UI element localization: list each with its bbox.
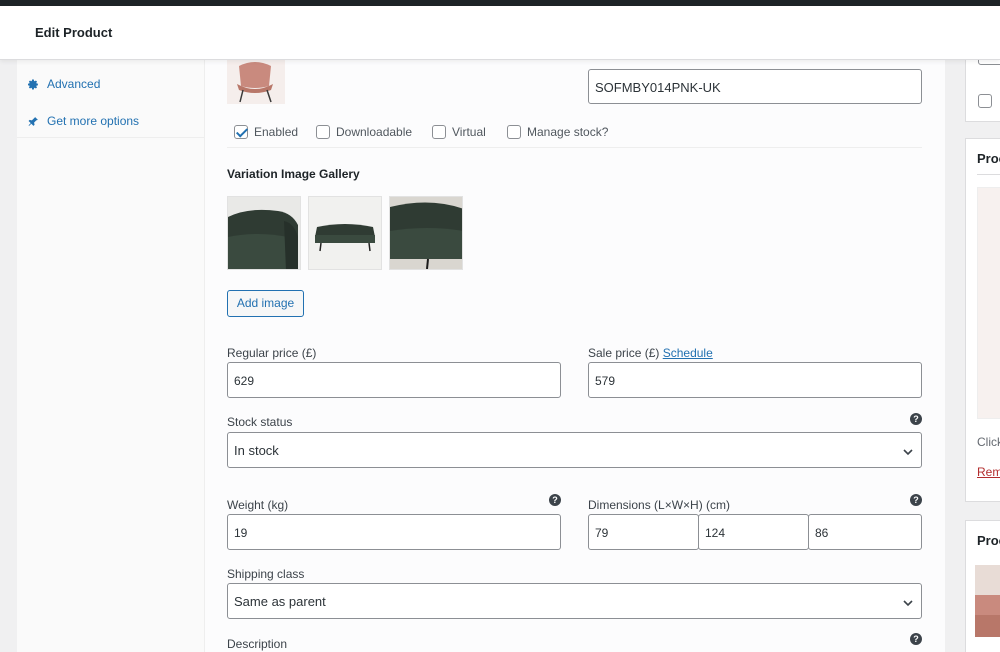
variation-options-row: Enabled Downloadable Virtual Manage stoc…: [227, 116, 922, 148]
tab-get-more-options[interactable]: Get more options: [27, 114, 139, 128]
remove-image-link[interactable]: Rem: [977, 465, 1000, 479]
downloadable-checkbox-box[interactable]: [316, 125, 330, 139]
product-image-heading: Proc: [977, 151, 1000, 166]
shipping-class-value: Same as parent: [234, 594, 326, 609]
gallery-thumb-fragment[interactable]: [975, 565, 1000, 637]
sku-input[interactable]: SOFMBY014PNK-UK: [588, 69, 922, 104]
shipping-class-label: Shipping class: [227, 567, 305, 581]
downloadable-checkbox[interactable]: Downloadable: [316, 125, 412, 139]
description-label: Description: [227, 637, 288, 651]
gallery-image-2[interactable]: [308, 196, 382, 270]
virtual-checkbox[interactable]: Virtual: [432, 125, 486, 139]
box-divider: [977, 174, 1000, 175]
chevron-down-icon: [903, 596, 913, 607]
regular-price-label: Regular price (£): [227, 346, 317, 360]
sale-price-input[interactable]: 579: [588, 362, 922, 398]
tabs-divider: [17, 137, 204, 138]
enabled-label: Enabled: [254, 125, 299, 139]
shipping-class-select[interactable]: Same as parent: [227, 583, 922, 619]
stock-status-label: Stock status: [227, 415, 293, 429]
stock-status-value: In stock: [234, 443, 279, 458]
virtual-label: Virtual: [452, 125, 486, 139]
chevron-down-icon: [903, 445, 913, 456]
height-input[interactable]: 86: [808, 514, 922, 550]
gallery-heading: Variation Image Gallery: [227, 167, 360, 181]
weight-label: Weight (kg): [227, 498, 289, 512]
editor-header: Edit Product: [0, 6, 1000, 60]
product-gallery-heading: Proc: [977, 533, 1000, 548]
gear-icon: [27, 78, 39, 90]
regular-price-input[interactable]: 629: [227, 362, 561, 398]
publish-box-fragment: [965, 60, 1000, 122]
right-sidebar: Proc Click Rem Proc: [965, 60, 1000, 652]
description-help-icon[interactable]: ?: [910, 633, 922, 645]
dimensions-label: Dimensions (L×W×H) (cm): [588, 498, 731, 512]
width-input[interactable]: 124: [698, 514, 809, 550]
gallery-image-1[interactable]: [227, 196, 301, 270]
gallery-image-3[interactable]: [389, 196, 463, 270]
enabled-checkbox[interactable]: Enabled: [234, 125, 298, 139]
variation-thumbnail[interactable]: [227, 56, 285, 104]
dimensions-help-icon[interactable]: ?: [910, 494, 922, 506]
weight-input[interactable]: 19: [227, 514, 561, 550]
manage-stock-label: Manage stock?: [527, 125, 609, 139]
sale-price-label: Sale price (£) Schedule: [588, 346, 713, 360]
plugin-icon: [27, 115, 39, 127]
product-image-preview[interactable]: [977, 187, 1000, 419]
add-image-button[interactable]: Add image: [227, 290, 304, 317]
sale-price-label-text: Sale price (£): [588, 346, 660, 360]
stock-status-select[interactable]: In stock: [227, 432, 922, 468]
click-to-edit-text: Click: [977, 435, 1000, 449]
enabled-checkbox-box[interactable]: [234, 125, 248, 139]
sidebar-checkbox[interactable]: [978, 94, 992, 108]
schedule-link[interactable]: Schedule: [663, 346, 713, 360]
tab-more-options-label: Get more options: [47, 114, 140, 128]
tab-advanced[interactable]: Advanced: [27, 77, 100, 91]
length-input[interactable]: 79: [588, 514, 699, 550]
virtual-checkbox-box[interactable]: [432, 125, 446, 139]
publish-input-fragment[interactable]: [978, 60, 1000, 65]
page-title: Edit Product: [35, 25, 113, 40]
downloadable-label: Downloadable: [336, 125, 413, 139]
manage-stock-checkbox[interactable]: Manage stock?: [507, 125, 608, 139]
tab-advanced-label: Advanced: [47, 77, 101, 91]
product-image-box: Proc Click Rem: [965, 138, 1000, 502]
manage-stock-checkbox-box[interactable]: [507, 125, 521, 139]
stock-status-help-icon[interactable]: ?: [910, 413, 922, 425]
product-data-tabs: Advanced Get more options: [17, 60, 205, 652]
product-gallery-box: Proc: [965, 520, 1000, 652]
weight-help-icon[interactable]: ?: [549, 494, 561, 506]
